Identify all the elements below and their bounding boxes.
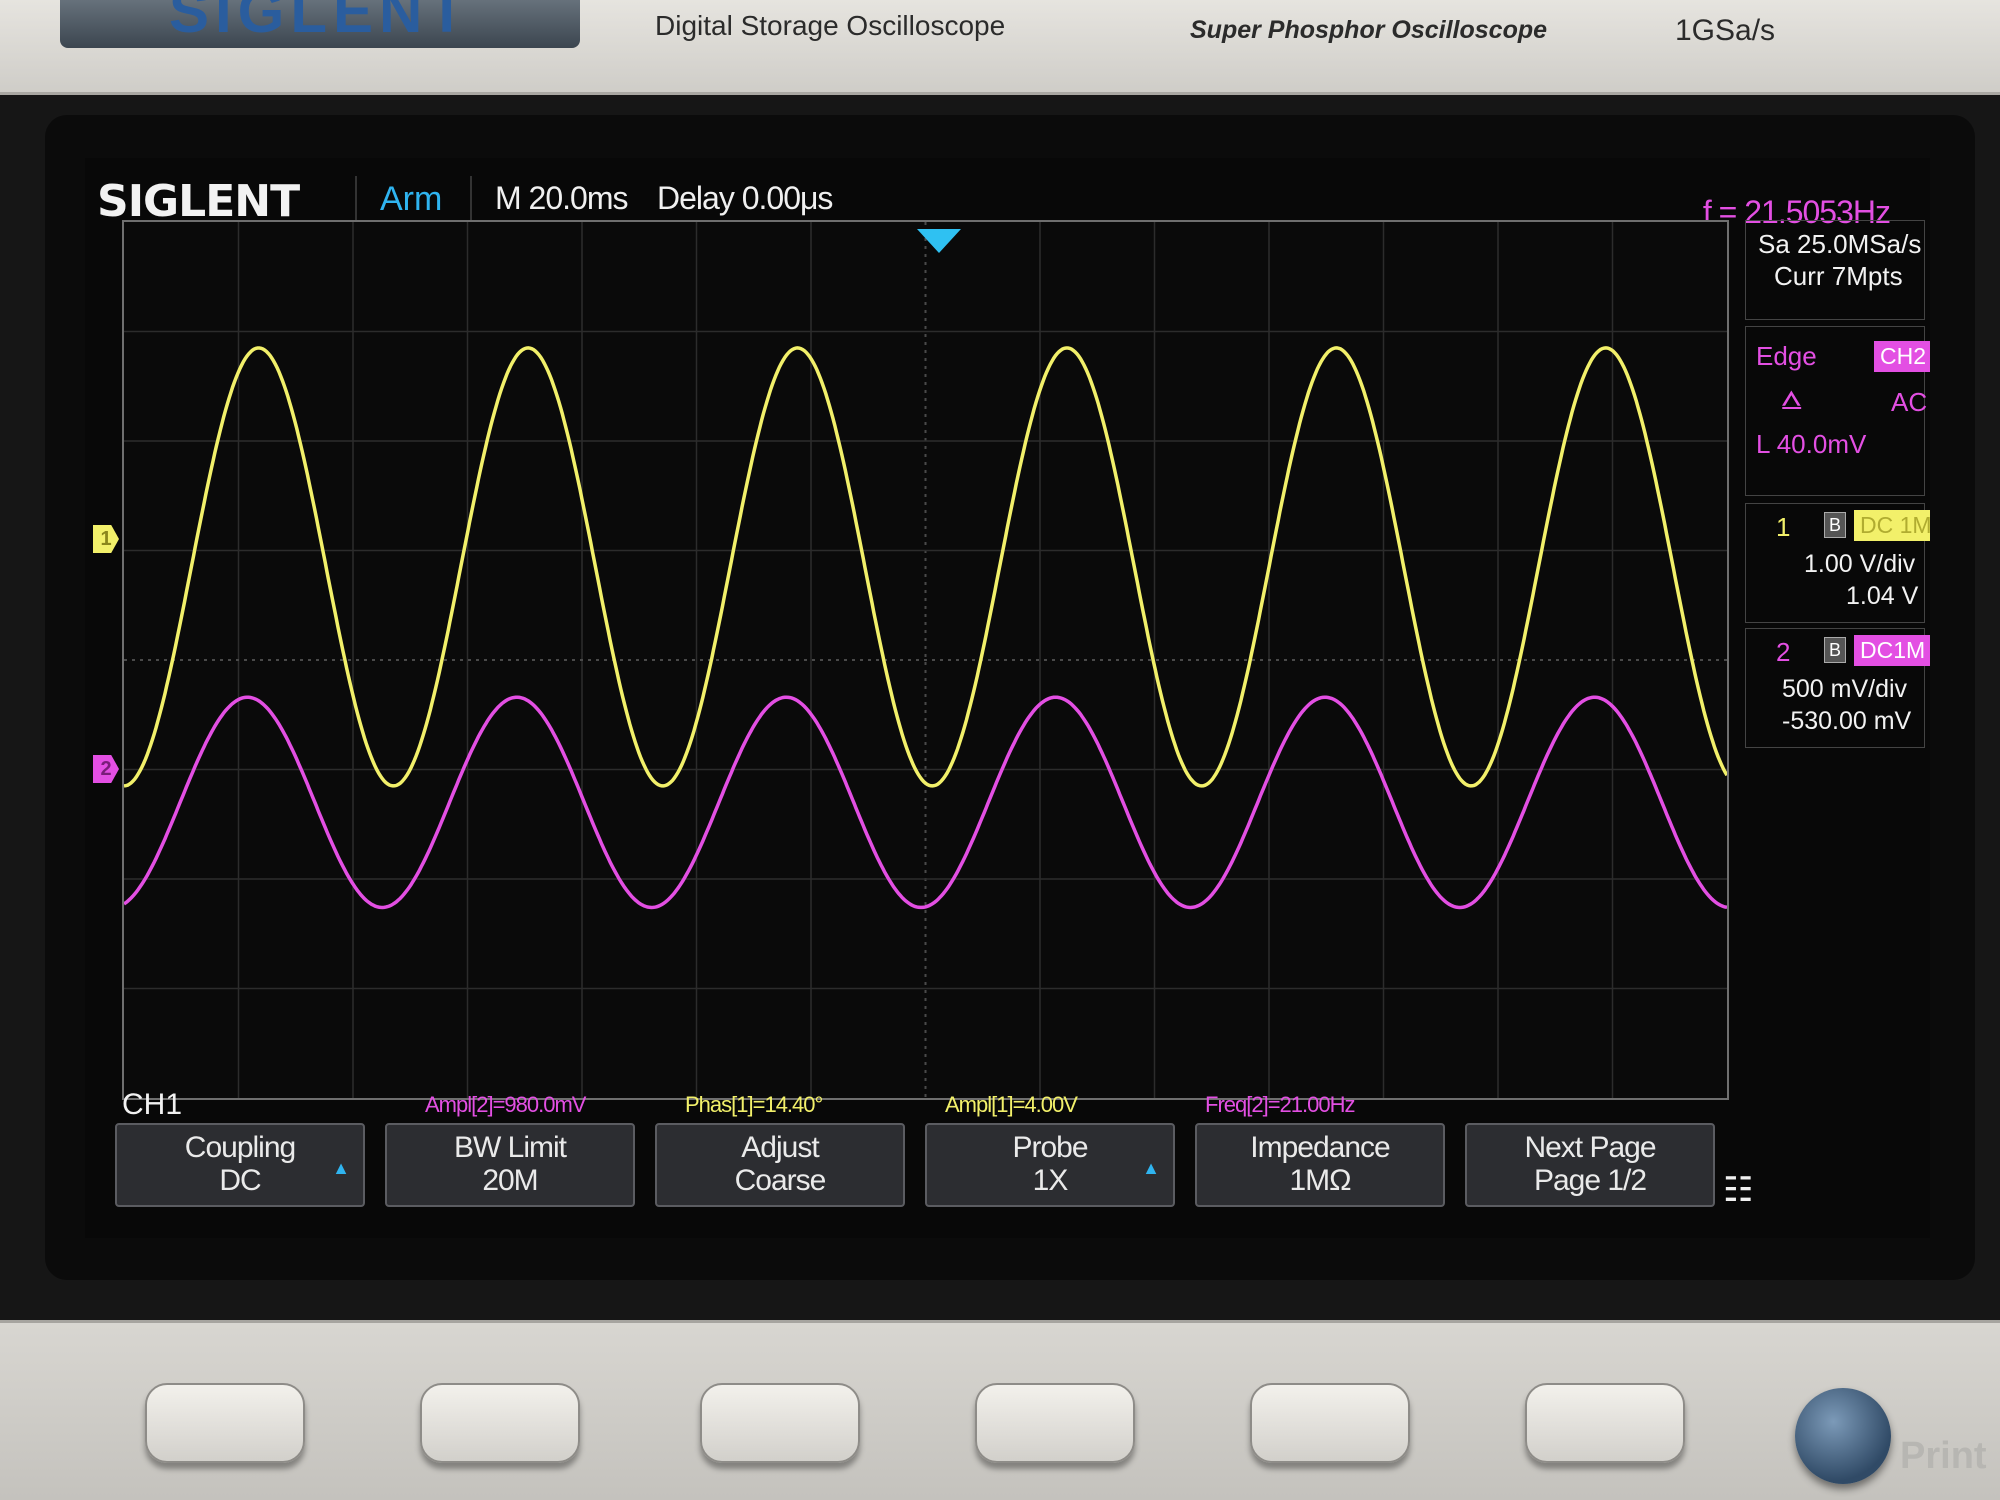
- bw-limit-menu-button[interactable]: BW Limit 20M: [385, 1123, 635, 1207]
- physical-softkey-6[interactable]: [1525, 1383, 1685, 1463]
- menu-button-label: Adjust: [741, 1131, 819, 1164]
- ch1-scale: 1.00 V/div: [1804, 550, 1916, 578]
- waveform-display[interactable]: [122, 220, 1729, 1100]
- timebase-readout: M 20.0ms: [495, 180, 628, 216]
- measurement-ampl-ch2: Ampl[2]=980.0mV: [425, 1092, 586, 1117]
- menu-button-value: Page 1/2: [1533, 1164, 1647, 1197]
- delay-readout: Delay 0.00μs: [657, 180, 833, 216]
- menu-button-label: BW Limit: [454, 1131, 567, 1164]
- menu-channel-title: CH1: [122, 1088, 183, 1121]
- ch2-coupling-badge: DC1M: [1854, 635, 1930, 666]
- sample-rate: Sa 25.0MSa/s: [1758, 229, 1922, 259]
- ch1-info-box[interactable]: 1 B DC 1M 1.00 V/div 1.04 V: [1745, 503, 1930, 623]
- impedance-menu-button[interactable]: Impedance 1MΩ: [1195, 1123, 1445, 1207]
- menu-button-label: Next Page: [1524, 1131, 1656, 1164]
- adjust-menu-button[interactable]: Adjust Coarse: [655, 1123, 905, 1207]
- menu-button-value: 1MΩ: [1289, 1164, 1351, 1197]
- print-knob[interactable]: [1795, 1388, 1891, 1484]
- bezel-tagline: Super Phosphor Oscilloscope: [1190, 16, 1548, 44]
- memory-depth: Curr 7Mpts: [1774, 261, 1903, 291]
- physical-softkey-3[interactable]: [700, 1383, 860, 1463]
- ch2-offset: -530.00 mV: [1782, 707, 1912, 735]
- waveform-svg: [124, 222, 1727, 1098]
- ch1-number: 1: [1776, 512, 1791, 542]
- ch1-offset: 1.04 V: [1846, 582, 1919, 610]
- graticule-grid: [124, 222, 1727, 1098]
- trigger-position-marker[interactable]: [917, 229, 961, 253]
- acquisition-status: Arm: [380, 180, 443, 218]
- physical-softkey-1[interactable]: [145, 1383, 305, 1463]
- ch2-info-box[interactable]: 2 B DC1M 500 mV/div -530.00 mV: [1745, 628, 1930, 748]
- menu-button-label: Coupling: [184, 1131, 296, 1164]
- trigger-info-box[interactable]: Edge CH2 ⩟ AC L 40.0mV: [1745, 326, 1930, 496]
- up-arrow-icon: ▲: [332, 1158, 350, 1178]
- instrument-top-panel: SIGLENT Digital Storage Oscilloscope Sup…: [0, 0, 2000, 95]
- up-arrow-icon: ▲: [1142, 1158, 1160, 1178]
- bandwidth-icon: B: [1824, 512, 1846, 538]
- rising-edge-icon: ⩟: [1781, 379, 1802, 417]
- print-label: Print: [1900, 1435, 1987, 1477]
- trigger-coupling: AC: [1891, 387, 1928, 417]
- scope-screen: SIGLENT Arm M 20.0ms Delay 0.00μs f = 21…: [85, 158, 1930, 1238]
- trigger-source-badge: CH2: [1874, 341, 1930, 372]
- bezel-sample-rate: 1GSa/s: [1675, 14, 1776, 47]
- measurement-phase-ch1: Phas[1]=14.40°: [685, 1092, 823, 1117]
- menu-button-value: 20M: [482, 1164, 538, 1197]
- coupling-menu-button[interactable]: Coupling DC ▲: [115, 1123, 365, 1207]
- trigger-type: Edge: [1756, 341, 1817, 371]
- bezel-brand-logo: SIGLENT: [60, 0, 580, 48]
- bezel-model-description: Digital Storage Oscilloscope: [655, 10, 1006, 41]
- trigger-level: L 40.0mV: [1756, 429, 1867, 459]
- physical-softkey-5[interactable]: [1250, 1383, 1410, 1463]
- menu-button-label: Probe: [1012, 1131, 1088, 1164]
- ch1-coupling-badge: DC 1M: [1854, 510, 1930, 541]
- ch2-offset-marker[interactable]: 2: [93, 755, 119, 783]
- ch2-scale: 500 mV/div: [1782, 675, 1908, 703]
- menu-button-value: DC: [219, 1164, 261, 1197]
- physical-softkey-2[interactable]: [420, 1383, 580, 1463]
- acquisition-info-box: Sa 25.0MSa/s Curr 7Mpts: [1745, 220, 1925, 320]
- ch2-number: 2: [1776, 637, 1791, 667]
- bandwidth-icon: B: [1824, 637, 1846, 663]
- ch1-offset-marker[interactable]: 1: [93, 525, 119, 553]
- probe-menu-button[interactable]: Probe 1X ▲: [925, 1123, 1175, 1207]
- menu-button-label: Impedance: [1250, 1131, 1390, 1164]
- menu-button-value: Coarse: [734, 1164, 827, 1197]
- measurement-ampl-ch1: Ampl[1]=4.00V: [945, 1092, 1078, 1117]
- physical-softkey-4[interactable]: [975, 1383, 1135, 1463]
- header-divider: [470, 176, 472, 220]
- header-divider: [355, 176, 357, 220]
- softkey-menu: Coupling DC ▲ BW Limit 20M Adjust Coarse…: [115, 1123, 1905, 1223]
- measurement-freq-ch2: Freq[2]=21.00Hz: [1205, 1092, 1355, 1117]
- next-page-menu-button[interactable]: Next Page Page 1/2: [1465, 1123, 1715, 1207]
- instrument-bottom-panel: Print: [0, 1320, 2000, 1500]
- menu-button-value: 1X: [1032, 1164, 1069, 1197]
- network-icon: ☷: [1723, 1171, 1754, 1209]
